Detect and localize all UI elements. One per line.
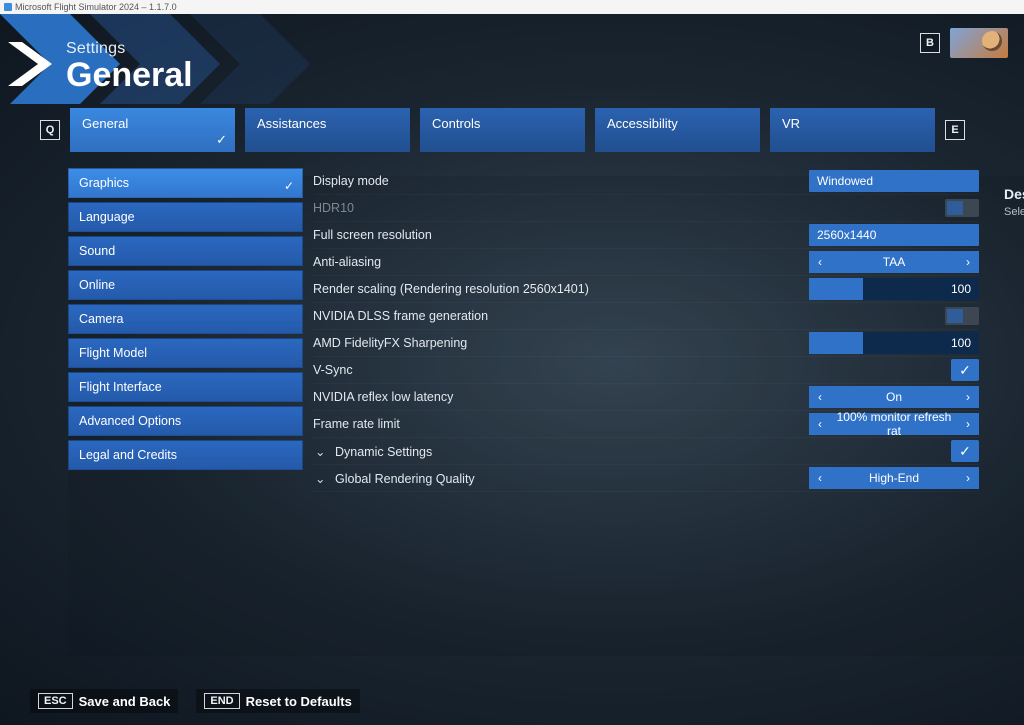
- profile-key-hint: B: [920, 33, 940, 53]
- setting-global-rendering-quality[interactable]: Global Rendering Quality ‹ High-End ›: [313, 465, 979, 492]
- sidebar-item-legal-credits[interactable]: Legal and Credits: [68, 440, 303, 470]
- setting-frame-rate-limit[interactable]: Frame rate limit ‹ 100% monitor refresh …: [313, 411, 979, 438]
- resolution-value[interactable]: 2560x1440: [809, 224, 979, 246]
- tab-row: Q General Assistances Controls Accessibi…: [0, 108, 1024, 152]
- page-header: Settings General: [0, 14, 1024, 104]
- tab-prev-key: Q: [40, 120, 60, 140]
- setting-amd-sharpening[interactable]: AMD FidelityFX Sharpening 100: [313, 330, 979, 357]
- render-scaling-slider[interactable]: 100: [809, 278, 979, 300]
- page-title: General: [66, 58, 1024, 92]
- main: Graphics Language Sound Online Camera Fl…: [68, 168, 1024, 492]
- tab-next-key: E: [945, 120, 965, 140]
- window-titlebar: Microsoft Flight Simulator 2024 – 1.1.7.…: [0, 0, 1024, 14]
- reset-defaults-button[interactable]: END Reset to Defaults: [196, 689, 359, 713]
- sidebar-item-language[interactable]: Language: [68, 202, 303, 232]
- chevron-right-icon[interactable]: ›: [957, 471, 979, 485]
- chevron-left-icon[interactable]: ‹: [809, 471, 831, 485]
- header-right: B: [920, 28, 1008, 58]
- sidebar-item-sound[interactable]: Sound: [68, 236, 303, 266]
- tab-general[interactable]: General: [70, 108, 235, 152]
- setting-render-scaling[interactable]: Render scaling (Rendering resolution 256…: [313, 276, 979, 303]
- setting-dynamic-settings[interactable]: Dynamic Settings ✓: [313, 438, 979, 465]
- aa-selector[interactable]: ‹ TAA ›: [809, 251, 979, 273]
- esc-key-hint: ESC: [38, 693, 73, 709]
- dlss-toggle[interactable]: [945, 307, 979, 325]
- dynamic-toggle[interactable]: ✓: [951, 440, 979, 462]
- frl-selector[interactable]: ‹ 100% monitor refresh rat ›: [809, 413, 979, 435]
- end-key-hint: END: [204, 693, 239, 709]
- setting-hdr10: HDR10: [313, 195, 979, 222]
- chevron-right-icon[interactable]: ›: [957, 417, 979, 431]
- chevron-right-icon[interactable]: ›: [957, 255, 979, 269]
- sidebar-item-flight-interface[interactable]: Flight Interface: [68, 372, 303, 402]
- chevron-right-icon[interactable]: ›: [957, 390, 979, 404]
- sidebar-item-camera[interactable]: Camera: [68, 304, 303, 334]
- setting-anti-aliasing[interactable]: Anti-aliasing ‹ TAA ›: [313, 249, 979, 276]
- hdr10-toggle[interactable]: [945, 199, 979, 217]
- chevron-left-icon[interactable]: ‹: [809, 390, 831, 404]
- footer: ESC Save and Back END Reset to Defaults: [30, 689, 360, 713]
- window-title: Microsoft Flight Simulator 2024 – 1.1.7.…: [15, 0, 177, 14]
- sidebar-item-graphics[interactable]: Graphics: [68, 168, 303, 198]
- setting-display-mode[interactable]: Display mode Windowed: [313, 168, 979, 195]
- sidebar-item-online[interactable]: Online: [68, 270, 303, 300]
- reflex-selector[interactable]: ‹ On ›: [809, 386, 979, 408]
- description-panel: Des Sele: [1004, 186, 1024, 218]
- vsync-toggle[interactable]: ✓: [951, 359, 979, 381]
- avatar[interactable]: [950, 28, 1008, 58]
- tab-controls[interactable]: Controls: [420, 108, 585, 152]
- chevron-left-icon[interactable]: ‹: [809, 255, 831, 269]
- grq-selector[interactable]: ‹ High-End ›: [809, 467, 979, 489]
- setting-full-screen-resolution[interactable]: Full screen resolution 2560x1440: [313, 222, 979, 249]
- display-mode-value[interactable]: Windowed: [809, 170, 979, 192]
- save-and-back-button[interactable]: ESC Save and Back: [30, 689, 178, 713]
- breadcrumb: Settings: [66, 40, 1024, 58]
- sidebar-item-flight-model[interactable]: Flight Model: [68, 338, 303, 368]
- tab-assistances[interactable]: Assistances: [245, 108, 410, 152]
- setting-reflex[interactable]: NVIDIA reflex low latency ‹ On ›: [313, 384, 979, 411]
- app-icon: [4, 3, 12, 11]
- sidebar-item-advanced-options[interactable]: Advanced Options: [68, 406, 303, 436]
- sidebar: Graphics Language Sound Online Camera Fl…: [68, 168, 303, 492]
- tab-vr[interactable]: VR: [770, 108, 935, 152]
- settings-list: Display mode Windowed HDR10 Full screen …: [313, 168, 979, 492]
- setting-vsync[interactable]: V-Sync ✓: [313, 357, 979, 384]
- setting-dlss-fg[interactable]: NVIDIA DLSS frame generation: [313, 303, 979, 330]
- tab-accessibility[interactable]: Accessibility: [595, 108, 760, 152]
- chevron-left-icon[interactable]: ‹: [809, 417, 831, 431]
- amd-sharpening-slider[interactable]: 100: [809, 332, 979, 354]
